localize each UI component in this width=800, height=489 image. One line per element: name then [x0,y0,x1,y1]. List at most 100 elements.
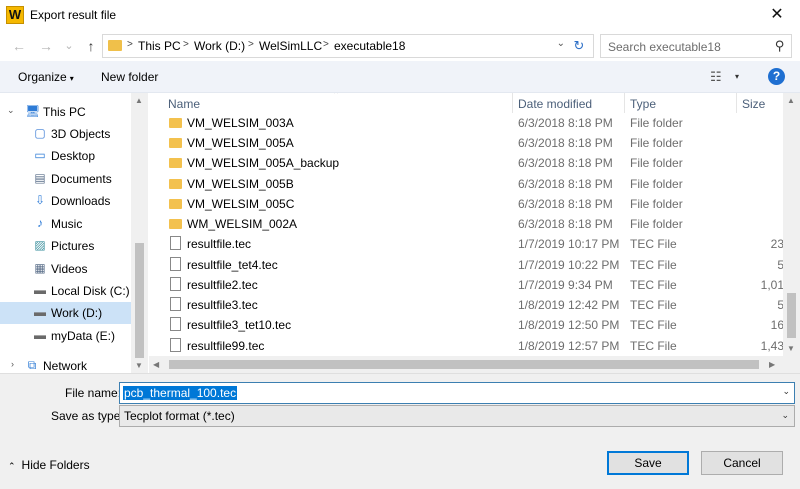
sidebar-item-downloads[interactable]: ⇩ Downloads [0,190,148,212]
save-button[interactable]: Save [607,451,689,475]
scroll-up-icon[interactable]: ▲ [135,96,143,105]
scroll-up-icon[interactable]: ▲ [787,96,795,105]
hide-folders-button[interactable]: ⌃ Hide Folders [8,458,90,472]
sort-ascending-icon: ⌃ [332,93,341,101]
search-input[interactable]: Search executable18 ⚲ [600,34,792,58]
breadcrumb-executable18[interactable]: executable18 [334,39,405,53]
sidebar-item-documents[interactable]: ▤ Documents [0,168,148,190]
file-type: File folder [630,116,683,130]
vertical-scroll-thumb[interactable] [787,293,796,338]
help-icon[interactable]: ? [768,68,785,85]
file-name-field[interactable]: pcb_thermal_100.tec ⌄ [119,382,795,404]
forward-arrow-icon[interactable]: → [37,37,55,55]
folder-row[interactable]: VM_WELSIM_003A 6/3/2018 8:18 PM File fol… [149,113,749,133]
up-arrow-icon[interactable]: ↑ [82,37,100,55]
file-type: TEC File [630,298,677,312]
file-name: resultfile2.tec [187,278,258,292]
chevron-up-icon: ⌃ [8,461,16,471]
scroll-down-icon[interactable]: ▼ [787,344,795,353]
drive-icon: ▬ [34,328,46,342]
music-icon: ♪ [37,216,43,230]
breadcrumb-this-pc[interactable]: This PC [138,39,181,53]
file-date: 6/3/2018 8:18 PM [518,156,613,170]
sidebar-item-desktop[interactable]: ▭ Desktop [0,145,148,167]
new-folder-button[interactable]: New folder [101,70,158,84]
sidebar-item-this-pc[interactable]: ⌄ 🖥 This PC [0,101,148,123]
chevron-down-icon[interactable]: ⌄ [782,386,790,397]
folder-row[interactable]: VM_WELSIM_005A 6/3/2018 8:18 PM File fol… [149,133,749,153]
cancel-button[interactable]: Cancel [701,451,783,475]
file-row[interactable]: resultfile.tec 1/7/2019 10:17 PM TEC Fil… [149,234,784,254]
back-arrow-icon[interactable]: ← [10,37,28,55]
sidebar-item-videos[interactable]: ▦ Videos [0,258,148,280]
column-divider[interactable] [512,93,513,113]
close-button[interactable]: ✕ [754,0,800,30]
file-row[interactable]: resultfile3_tet10.tec 1/8/2019 12:50 PM … [149,315,784,335]
file-date: 1/7/2019 9:34 PM [518,278,613,292]
scroll-down-icon[interactable]: ▼ [135,361,143,370]
sidebar-item-label: This PC [43,105,86,119]
breadcrumb-separator[interactable]: > [183,39,189,50]
file-list: ⌃ Name Date modified Type Size VM_WELSIM… [149,93,800,373]
column-header-name[interactable]: Name [168,97,200,111]
sidebar-item-label: Music [51,217,83,231]
folder-row[interactable]: VM_WELSIM_005A_backup 6/3/2018 8:18 PM F… [149,153,749,173]
folder-icon [169,118,182,128]
file-name: resultfile3.tec [187,298,258,312]
chevron-down-icon[interactable]: ⌄ [7,105,15,116]
breadcrumb-welsimllc[interactable]: WelSimLLC [259,39,322,53]
videos-icon: ▦ [34,261,46,275]
file-name-value[interactable]: pcb_thermal_100.tec [123,386,238,400]
sidebar-item-pictures[interactable]: ▨ Pictures [0,235,148,257]
view-options-icon[interactable]: ☷ [710,69,722,85]
file-row[interactable]: resultfile3.tec 1/8/2019 12:42 PM TEC Fi… [149,295,784,315]
breadcrumb-separator[interactable]: > [323,39,329,50]
scroll-left-icon[interactable]: ◀ [153,360,159,369]
sidebar-item-label: myData (E:) [51,329,116,343]
file-name: VM_WELSIM_003A [187,116,294,130]
horizontal-scroll-thumb[interactable] [169,360,759,369]
file-name: WM_WELSIM_002A [187,217,298,231]
sidebar-item-label: Downloads [51,194,111,208]
column-divider[interactable] [736,93,737,113]
sidebar-item-work-d[interactable]: ▬ Work (D:) [0,302,131,324]
organize-button[interactable]: Organize ▾ [18,70,74,84]
desktop-icon: ▭ [34,148,46,162]
computer-icon: 🖥 [25,104,41,118]
save-as-type-select[interactable]: Tecplot format (*.tec) ⌄ [119,405,795,427]
column-header-date-modified[interactable]: Date modified [518,97,592,111]
refresh-icon[interactable]: ↻ [569,36,589,56]
folder-icon [169,199,182,209]
chevron-down-icon[interactable]: ▾ [735,72,739,81]
folder-row[interactable]: WM_WELSIM_002A 6/3/2018 8:18 PM File fol… [149,214,749,234]
sidebar-item-3d-objects[interactable]: ▢ 3D Objects [0,123,148,145]
column-header-size[interactable]: Size [742,97,765,111]
sidebar-item-mydata-e[interactable]: ▬ myData (E:) [0,325,148,347]
folder-row[interactable]: VM_WELSIM_005C 6/3/2018 8:18 PM File fol… [149,194,749,214]
file-row[interactable]: resultfile99.tec 1/8/2019 12:57 PM TEC F… [149,336,784,356]
column-divider[interactable] [624,93,625,113]
recent-locations-icon[interactable]: ⌄ [60,37,78,55]
chevron-down-icon[interactable]: ⌄ [781,410,789,421]
scroll-right-icon[interactable]: ▶ [769,360,775,369]
folder-icon [169,158,182,168]
file-type: File folder [630,197,683,211]
address-bar[interactable]: > This PC > Work (D:) > WelSimLLC > exec… [102,34,594,58]
sidebar-item-local-disk-c[interactable]: ▬ Local Disk (C:) [0,280,148,302]
chevron-right-icon[interactable]: › [11,359,14,369]
sidebar-item-music[interactable]: ♪ Music [0,213,148,235]
breadcrumb-work-d[interactable]: Work (D:) [194,39,245,53]
address-dropdown-icon[interactable]: ⌄ [557,38,565,49]
file-type: TEC File [630,278,677,292]
sidebar-scroll-thumb[interactable] [135,243,144,358]
file-size: 5 [777,298,784,312]
search-icon[interactable]: ⚲ [775,38,785,54]
file-type: TEC File [630,339,677,353]
breadcrumb-separator[interactable]: > [248,39,254,50]
breadcrumb-separator[interactable]: > [127,39,133,50]
file-row[interactable]: resultfile2.tec 1/7/2019 9:34 PM TEC Fil… [149,275,784,295]
file-row[interactable]: resultfile_tet4.tec 1/7/2019 10:22 PM TE… [149,255,784,275]
column-header-type[interactable]: Type [630,97,656,111]
sidebar-item-network[interactable]: › ⧉ Network [0,355,148,373]
folder-row[interactable]: VM_WELSIM_005B 6/3/2018 8:18 PM File fol… [149,174,749,194]
